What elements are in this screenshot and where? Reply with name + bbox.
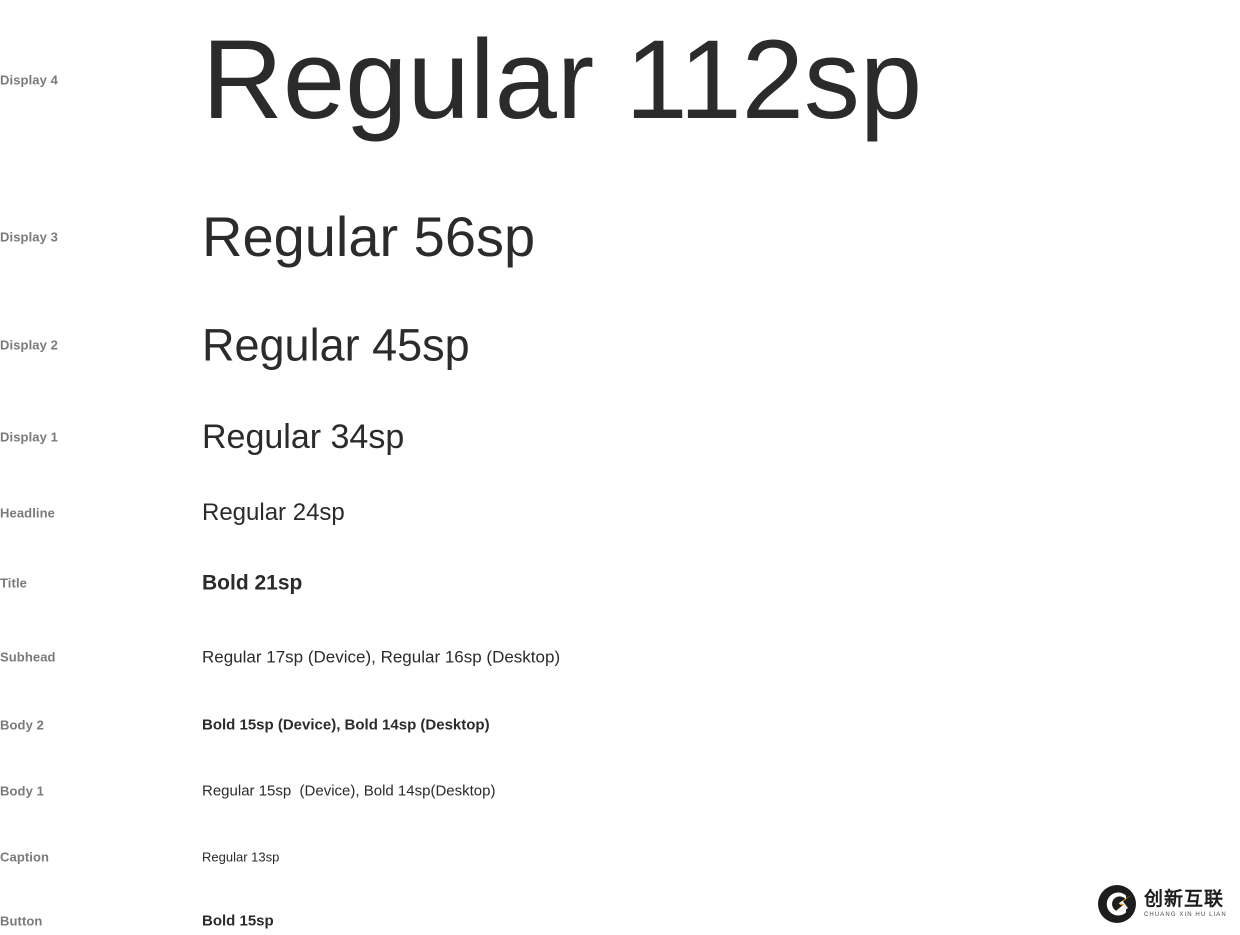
type-row-sample: Regular 56sp	[202, 205, 536, 268]
logo-pinyin: CHUANG XIN HU LIAN	[1144, 912, 1227, 919]
type-row-label: Display 1	[0, 429, 58, 445]
type-row-label: Button	[0, 913, 43, 929]
type-row-sample: Regular 15sp (Device), Bold 14sp(Desktop…	[202, 782, 496, 800]
type-row-label: Headline	[0, 505, 55, 521]
type-row-label: Caption	[0, 849, 50, 865]
type-row-sample: Regular 34sp	[202, 418, 405, 456]
type-row-sample: Regular 17sp (Device), Regular 16sp (Des…	[202, 647, 561, 667]
type-row-label: Display 4	[0, 72, 58, 88]
type-row-sample: Regular 13sp	[202, 849, 280, 865]
type-row-sample: Bold 15sp	[202, 912, 274, 930]
type-row-sample: Bold 15sp (Device), Bold 14sp (Desktop)	[202, 716, 490, 734]
type-row-sample: Regular 45sp	[202, 319, 470, 371]
type-row-sample: Regular 112sp	[202, 17, 923, 142]
type-row-sample: Regular 24sp	[202, 499, 345, 526]
type-row-label: Subhead	[0, 649, 56, 665]
brand-logo: 创新互联 CHUANG XIN HU LIAN	[1098, 878, 1238, 930]
type-row-label: Body 1	[0, 783, 44, 799]
type-row-label: Display 2	[0, 337, 58, 353]
type-row-label: Display 3	[0, 229, 58, 245]
logo-mark-icon	[1098, 885, 1136, 923]
type-scale-sheet: Display 4 Regular 112sp Display 3 Regular 5…	[0, 0, 1240, 935]
type-row-label: Body 2	[0, 717, 44, 733]
logo-chinese-name: 创新互联	[1144, 888, 1225, 910]
type-row-label: Title	[0, 575, 27, 591]
type-row-sample: Bold 21sp	[202, 571, 303, 595]
logo-wordmark: 创新互联 CHUANG XIN HU LIAN	[1144, 888, 1227, 919]
